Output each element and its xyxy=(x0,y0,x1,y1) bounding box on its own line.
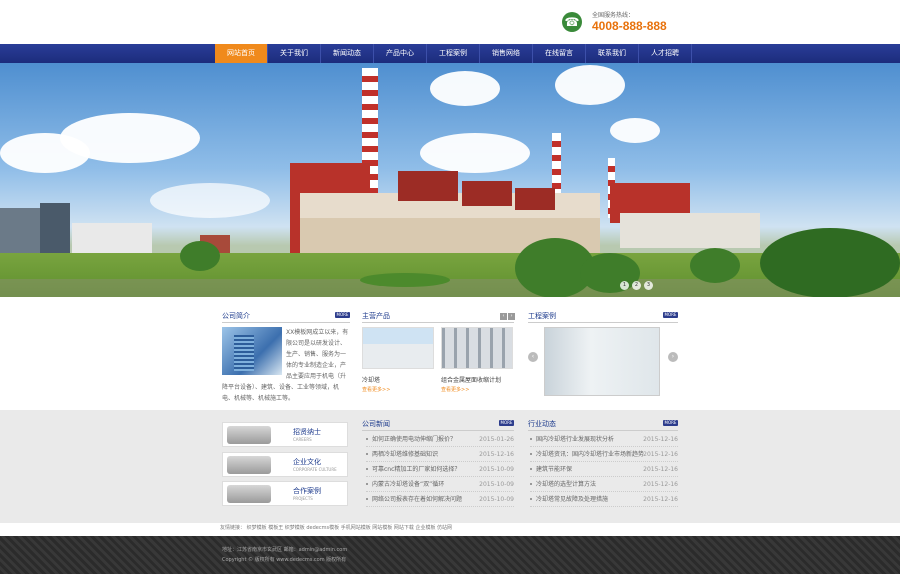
nav-item-home[interactable]: 网站首页 xyxy=(215,44,268,63)
list-item[interactable]: 如何正确使用电动伸缩门报价？ 2015-01-26 xyxy=(366,432,514,447)
nav-item-contact[interactable]: 联系我们 xyxy=(586,44,639,63)
product-more-link[interactable]: 查看更多>> xyxy=(441,386,513,393)
hotline-label: 全国服务热线： xyxy=(592,12,635,19)
hero-banner[interactable]: 1 2 3 xyxy=(0,63,900,297)
about-title: 公司简介 xyxy=(222,312,250,320)
footer-copyright: Copyright © 版权所有 www.dedecms.com 版权所有 xyxy=(222,557,347,563)
products-next-button[interactable]: › xyxy=(508,313,515,320)
careers-subtitle: CAREERS xyxy=(293,437,312,442)
nav-item-sales-network[interactable]: 销售网络 xyxy=(480,44,533,63)
list-item[interactable]: 冷却塔的选型计算方法 2015-12-16 xyxy=(530,477,678,492)
header: ☎ 全国服务热线： 4008-888-888 xyxy=(0,0,900,44)
product-name[interactable]: 冷却塔 xyxy=(362,375,434,384)
products-prev-button[interactable]: ‹ xyxy=(500,313,507,320)
footer-address: 地址：江苏省南京市玄武区 邮箱：admin@admin.com xyxy=(222,547,348,553)
list-item[interactable]: 冷却塔常见故障及处理措施 2015-12-16 xyxy=(530,492,678,507)
friend-links: 友情链接： 织梦模板 模板王 织梦模板 dedecms模板 手机网站模板 网站模… xyxy=(220,524,452,531)
culture-button[interactable]: 企业文化 CORPORATE CULTURE xyxy=(222,452,348,477)
case-image[interactable] xyxy=(544,327,660,396)
culture-icon xyxy=(227,456,271,474)
list-item[interactable]: 网络公司报表存在着如何解决问题 2015-10-09 xyxy=(366,492,514,507)
about-text-block: XX模板网成立以来，有限公司是以研发设计、生产、销售、服务为一体的专业制造企业，… xyxy=(222,327,350,403)
product-more-link[interactable]: 查看更多>> xyxy=(362,386,434,393)
product-name[interactable]: 组合金属屋面收缩计划 xyxy=(441,375,513,384)
about-more-button[interactable]: MORE xyxy=(335,312,350,318)
banner-pager: 1 2 3 xyxy=(620,281,653,290)
list-item[interactable]: 冷却塔资讯：国内冷却塔行业市场新趋势 2015-12-16 xyxy=(530,447,678,462)
cases-title: 工程案例 xyxy=(528,312,556,320)
nav-item-cases[interactable]: 工程案例 xyxy=(427,44,480,63)
projects-title: 合作案例 xyxy=(293,487,321,495)
list-item[interactable]: 国内冷却塔行业发展现状分析 2015-12-16 xyxy=(530,432,678,447)
friend-links-text[interactable]: 织梦模板 模板王 织梦模板 dedecms模板 手机网站模板 网站模板 网站下载… xyxy=(247,525,452,531)
list-item[interactable]: 建筑节能环保 2015-12-16 xyxy=(530,462,678,477)
products-section-head: 主营产品 xyxy=(362,311,514,323)
product-card[interactable]: 组合金属屋面收缩计划 查看更多>> xyxy=(441,327,513,393)
industry-news-more-button[interactable]: MORE xyxy=(663,420,678,426)
projects-subtitle: PROJECTS xyxy=(293,496,313,501)
culture-title: 企业文化 xyxy=(293,458,321,466)
list-item[interactable]: 可靠cnc精加工的厂家如何选择？ 2015-10-09 xyxy=(366,462,514,477)
gears-icon xyxy=(227,485,271,503)
hotline-number: 4008-888-888 xyxy=(592,19,667,33)
careers-icon xyxy=(227,426,271,444)
nav-item-about[interactable]: 关于我们 xyxy=(268,44,321,63)
projects-button[interactable]: 合作案例 PROJECTS xyxy=(222,481,348,506)
products-title: 主营产品 xyxy=(362,312,390,320)
hotline: ☎ 全国服务热线： 4008-888-888 xyxy=(562,8,682,36)
nav-item-guestbook[interactable]: 在线留言 xyxy=(533,44,586,63)
cases-section-head: 工程案例 MORE xyxy=(528,311,678,323)
products-arrows: ‹ › xyxy=(500,313,515,320)
cases-more-button[interactable]: MORE xyxy=(663,312,678,318)
footer: 地址：江苏省南京市玄武区 邮箱：admin@admin.com Copyrigh… xyxy=(0,536,900,574)
banner-pager-dot[interactable]: 3 xyxy=(644,281,653,290)
nav-item-jobs[interactable]: 人才招聘 xyxy=(639,44,692,63)
company-news-list: 如何正确使用电动伸缩门报价？ 2015-01-26 两栖冷却塔维修基础知识 2015… xyxy=(366,432,514,507)
list-item[interactable]: 内蒙古冷却塔设备“双”循环 2015-10-09 xyxy=(366,477,514,492)
cases-prev-button[interactable]: ‹ xyxy=(528,352,538,362)
company-news-head: 公司新闻 MORE xyxy=(362,419,514,431)
industry-news-list: 国内冷却塔行业发展现状分析 2015-12-16 冷却塔资讯：国内冷却塔行业市场新… xyxy=(530,432,678,507)
product-image[interactable] xyxy=(441,327,513,369)
industry-news-head: 行业动态 MORE xyxy=(528,419,678,431)
list-item[interactable]: 两栖冷却塔维修基础知识 2015-12-16 xyxy=(366,447,514,462)
phone-icon: ☎ xyxy=(562,12,582,32)
product-image[interactable] xyxy=(362,327,434,369)
main-nav: 网站首页 关于我们 新闻动态 产品中心 工程案例 销售网络 在线留言 联系我们 … xyxy=(0,44,900,63)
nav-item-news[interactable]: 新闻动态 xyxy=(321,44,374,63)
careers-title: 招贤纳士 xyxy=(293,428,321,436)
nav-item-products[interactable]: 产品中心 xyxy=(374,44,427,63)
company-news-more-button[interactable]: MORE xyxy=(499,420,514,426)
company-news-title: 公司新闻 xyxy=(362,420,390,428)
product-card[interactable]: 冷却塔 查看更多>> xyxy=(362,327,434,393)
banner-pager-dot[interactable]: 1 xyxy=(620,281,629,290)
banner-pager-dot[interactable]: 2 xyxy=(632,281,641,290)
friend-links-label: 友情链接： xyxy=(220,525,246,531)
careers-button[interactable]: 招贤纳士 CAREERS xyxy=(222,422,348,447)
cases-next-button[interactable]: › xyxy=(668,352,678,362)
industry-news-title: 行业动态 xyxy=(528,420,556,428)
culture-subtitle: CORPORATE CULTURE xyxy=(293,467,337,472)
about-section-head: 公司简介 MORE xyxy=(222,311,350,323)
